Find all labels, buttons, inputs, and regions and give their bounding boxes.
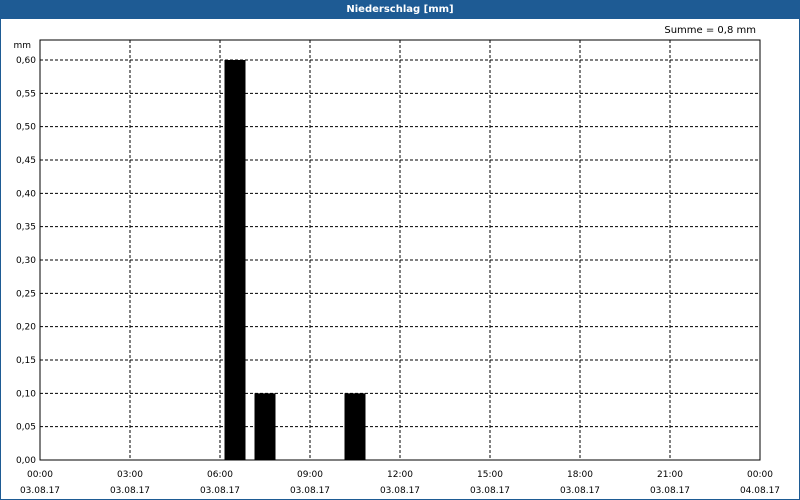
- x-tick-date: 03.08.17: [110, 486, 150, 496]
- x-tick-time: 00:00: [27, 470, 53, 480]
- precipitation-bar: [224, 60, 246, 460]
- x-tick-date: 03.08.17: [200, 486, 240, 496]
- y-tick-label: 0,20: [16, 323, 36, 333]
- x-tick-time: 18:00: [567, 470, 593, 480]
- x-tick-date: 03.08.17: [650, 486, 690, 496]
- y-tick-label: 0,10: [16, 389, 36, 399]
- y-tick-label: 0,55: [16, 89, 36, 99]
- precipitation-chart: mm 0,000,050,100,150,200,250,300,350,400…: [13, 39, 780, 496]
- x-tick-date: 03.08.17: [470, 486, 510, 496]
- y-tick-labels: 0,00 0,05 0,10 0,15 0,20 0,25 0,30 0,35 0,40 0,45…: [16, 56, 36, 466]
- y-tick-label: 0,35: [16, 223, 36, 233]
- x-tick-time: 15:00: [477, 470, 503, 480]
- x-tick-date: 04.08.17: [740, 486, 780, 496]
- x-tick-date: 03.08.17: [560, 486, 600, 496]
- y-tick-label: 0,15: [16, 356, 36, 366]
- precipitation-bar: [344, 393, 366, 460]
- y-tick-label: 0,45: [16, 156, 36, 166]
- x-tick-date: 03.08.17: [380, 486, 420, 496]
- x-tick-labels: 00:00 03.08.17 03:00 03.08.17 06:00 03.08.17 0…: [20, 470, 780, 496]
- y-tick-label: 0,40: [16, 189, 36, 199]
- y-tick-label: 0,30: [16, 256, 36, 266]
- y-tick-label: 0,05: [16, 423, 36, 433]
- precipitation-bar: [254, 393, 276, 460]
- y-tick-label: 0,25: [16, 289, 36, 299]
- x-tick-date: 03.08.17: [290, 486, 330, 496]
- y-tick-label: 0,50: [16, 123, 36, 133]
- x-tick-time: 12:00: [387, 470, 413, 480]
- x-tick-time: 00:00: [747, 470, 773, 480]
- x-tick-date: 03.08.17: [20, 486, 60, 496]
- x-tick-time: 21:00: [657, 470, 683, 480]
- x-tick-time: 06:00: [207, 470, 233, 480]
- x-tick-time: 03:00: [117, 470, 143, 480]
- y-axis-label: mm: [13, 41, 31, 51]
- y-tick-label: 0,60: [16, 56, 36, 66]
- y-tick-label: 0,00: [16, 456, 36, 466]
- x-tick-time: 09:00: [297, 470, 323, 480]
